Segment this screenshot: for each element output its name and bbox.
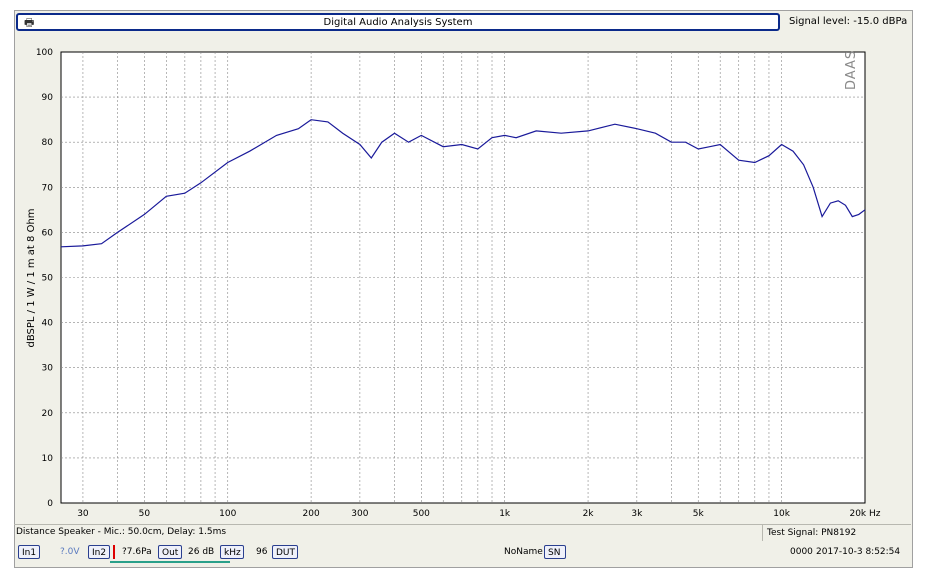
x-tick-label: 1k — [499, 509, 511, 519]
y-tick-label: 80 — [42, 138, 54, 148]
test-signal: Test Signal: PN8192 — [762, 525, 856, 541]
x-tick-label: 2k — [583, 509, 595, 519]
status-row: Distance Speaker - Mic.: 50.0cm, Delay: … — [14, 524, 911, 541]
chart: 30 50 100 200 300 500 1k 2k 3k 5k 10k 20k Hz 0 10 20 30… — [26, 48, 881, 519]
y-tick-label: 10 — [42, 454, 54, 464]
watermark-logo: DAAS — [844, 50, 859, 90]
in1-value: ?.0V — [60, 547, 80, 557]
x-tick-label: 50 — [139, 509, 151, 519]
x-tick-label: 300 — [351, 509, 368, 519]
y-tick-label: 20 — [42, 409, 54, 419]
x-tick-label: 100 — [219, 509, 236, 519]
y-tick-label: 0 — [47, 499, 53, 509]
y-tick-label: 90 — [42, 93, 54, 103]
out-value: 26 dB — [188, 547, 215, 557]
y-tick-label: 50 — [42, 274, 54, 284]
sn-button[interactable]: SN — [544, 545, 566, 559]
x-tick-label: 200 — [303, 509, 320, 519]
khz-button[interactable]: kHz — [220, 545, 244, 559]
in2-button[interactable]: In2 — [88, 545, 110, 559]
datetime: 2017-10-3 8:52:54 — [816, 547, 901, 557]
khz-value: 96 — [256, 547, 268, 557]
y-tick-label: 70 — [42, 183, 54, 193]
x-tick-label: 5k — [693, 509, 705, 519]
device-name: NoName — [504, 547, 543, 557]
x-tick-label: 3k — [631, 509, 643, 519]
in2-level-indicator — [113, 545, 115, 559]
y-tick-label: 30 — [42, 364, 54, 374]
x-tick-label: 10k — [773, 509, 790, 519]
in1-button[interactable]: In1 — [18, 545, 40, 559]
x-tick-label: 500 — [413, 509, 430, 519]
out-button[interactable]: Out — [158, 545, 182, 559]
y-tick-label: 100 — [36, 48, 53, 58]
x-tick-label: 30 — [77, 509, 89, 519]
dut-button[interactable]: DUT — [272, 545, 298, 559]
progress-strip — [110, 561, 230, 563]
bottom-toolbar: In1 ?.0V In2 ?7.6Pa Out 26 dB kHz 96 DUT… — [14, 542, 911, 563]
y-tick-label: 40 — [42, 319, 54, 329]
measurement-info: Distance Speaker - Mic.: 50.0cm, Delay: … — [16, 527, 227, 537]
y-axis-label: dBSPL / 1 W / 1 m at 8 Ohm — [26, 208, 37, 347]
counter: 0000 — [790, 547, 813, 557]
in2-value: ?7.6Pa — [122, 547, 152, 557]
x-tick-label: 20k Hz — [849, 509, 880, 519]
y-tick-label: 60 — [42, 228, 54, 238]
